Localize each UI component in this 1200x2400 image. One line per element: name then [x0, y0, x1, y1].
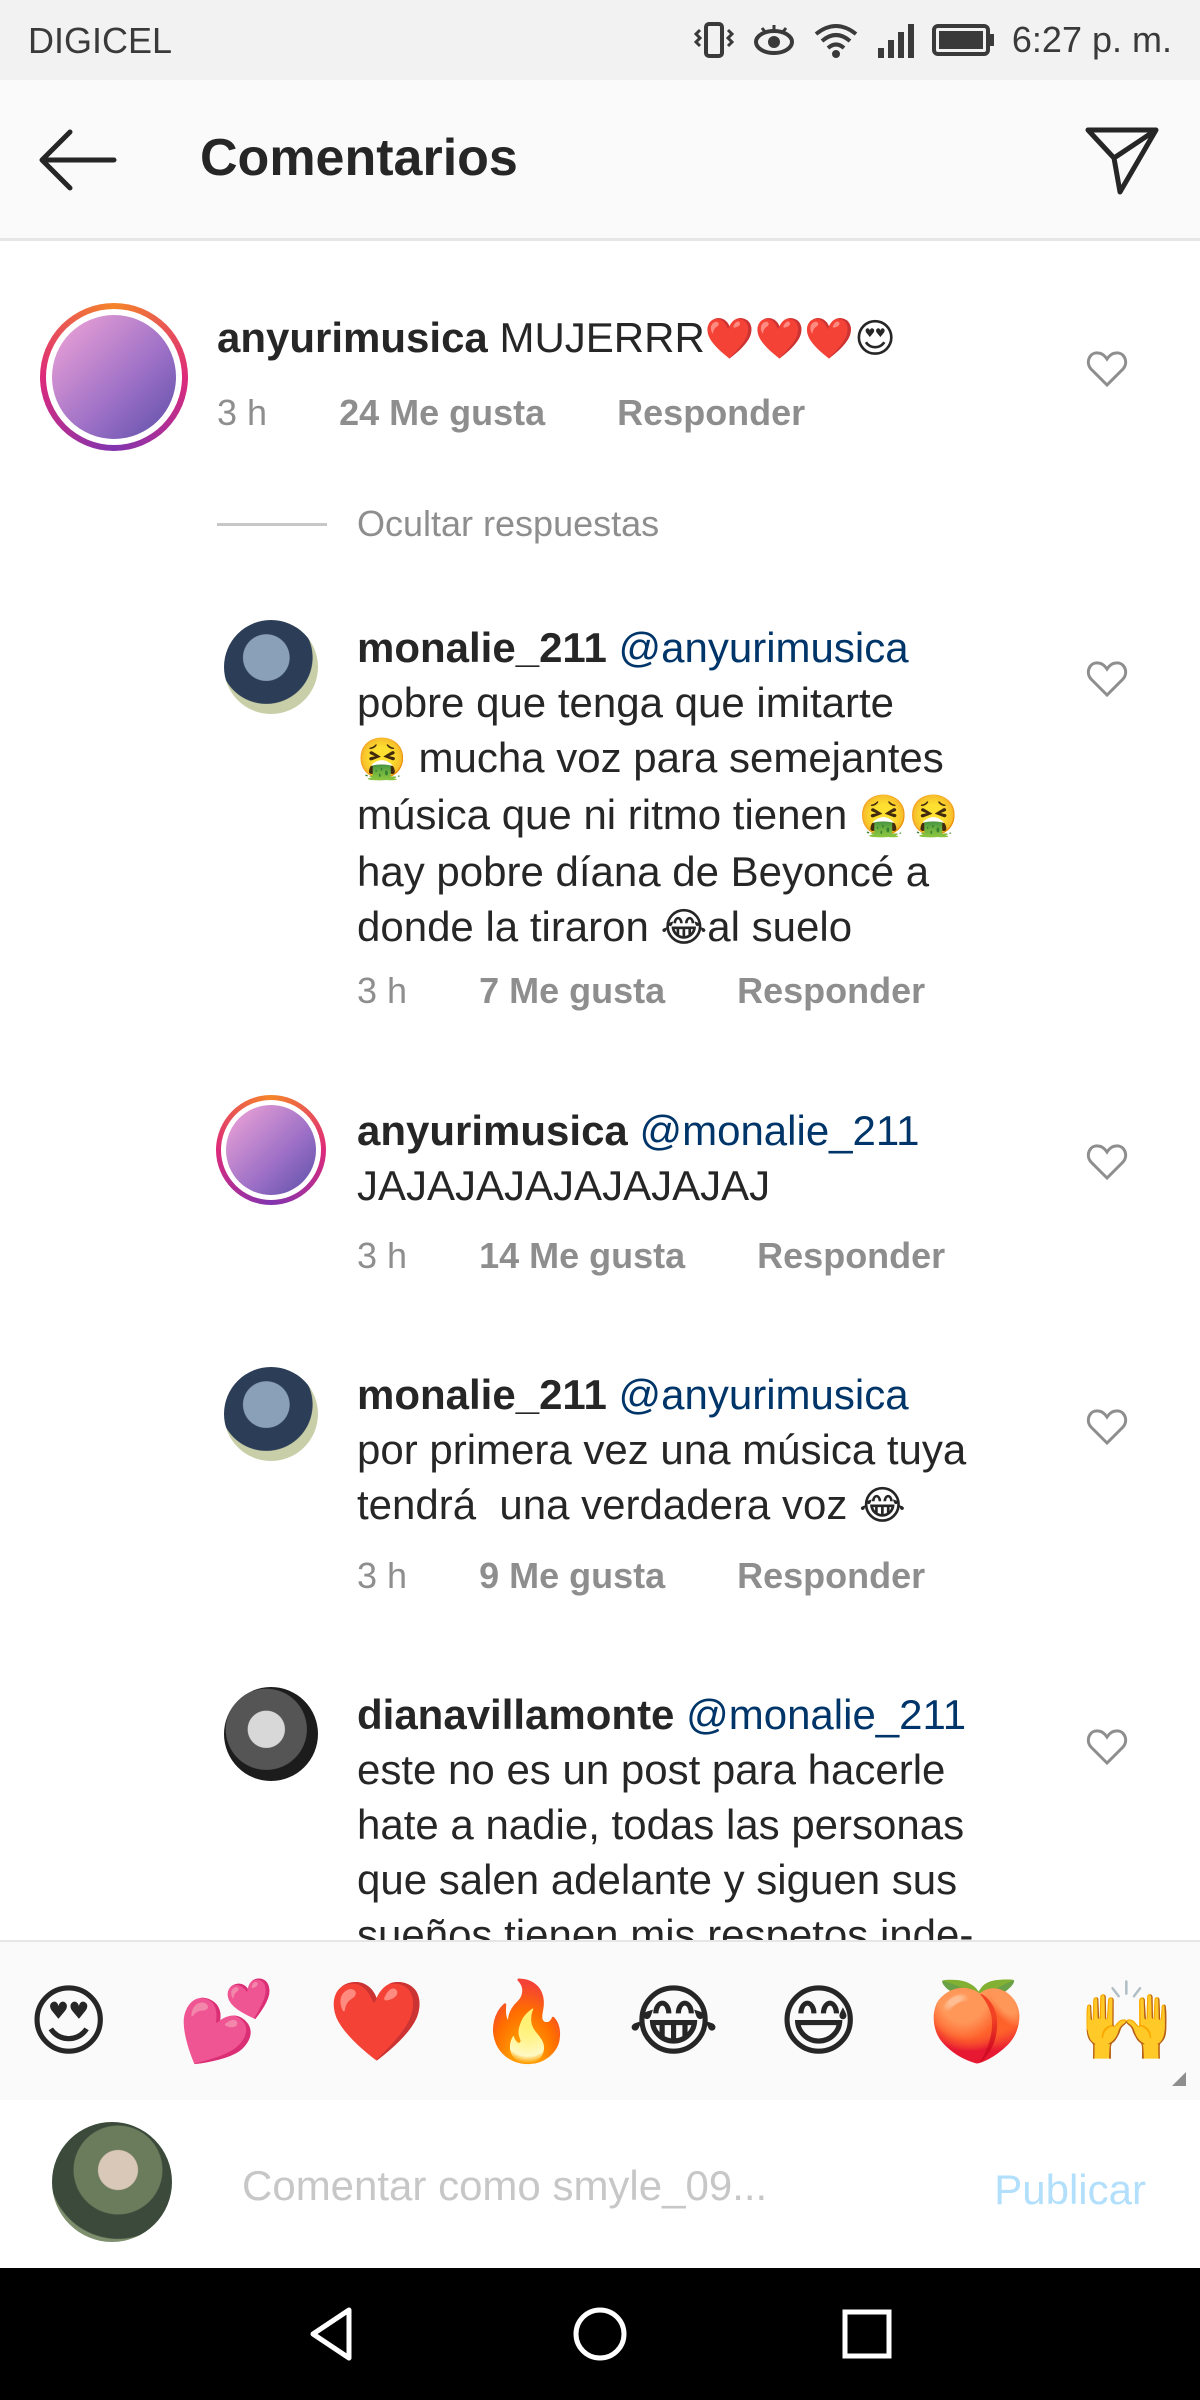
comment-username[interactable]: dianavillamonte	[357, 1691, 674, 1738]
nav-recents-icon[interactable]	[837, 2304, 897, 2364]
comment-composer: Publicar	[0, 2100, 1200, 2268]
comment-line: sueños tienen mis respetos inde-	[357, 1911, 974, 1940]
comment-text: dianavillamonte @monalie_211 este no es …	[357, 1687, 1057, 1940]
system-nav-bar	[0, 2268, 1200, 2400]
mention-link[interactable]: @monalie_211	[686, 1691, 966, 1738]
reply-comment: dianavillamonte @monalie_211 este no es …	[0, 0, 1200, 1940]
comment-line: hate a nadie, todas las personas	[357, 1801, 965, 1848]
emoji-raised-hands-button[interactable]: 🙌	[1078, 1978, 1175, 2064]
comment-input[interactable]	[240, 2155, 944, 2217]
emoji-two-hearts-button[interactable]: 💕	[178, 1978, 275, 2064]
emoji-joy-button[interactable]: 😂	[628, 1978, 719, 2064]
current-user-avatar	[52, 2122, 172, 2242]
emoji-peach-button[interactable]: 🍑	[928, 1978, 1025, 2064]
avatar[interactable]	[224, 1687, 318, 1781]
emoji-fire-button[interactable]: 🔥	[478, 1978, 575, 2064]
comment-line: que salen adelante y siguen sus	[357, 1856, 958, 1903]
quick-emoji-bar: 😍 💕 ❤️ 🔥 😂 😅 🍑 🙌	[0, 1940, 1200, 2102]
nav-home-icon[interactable]	[570, 2304, 630, 2364]
nav-back-icon[interactable]	[303, 2304, 363, 2364]
publish-button[interactable]: Publicar	[994, 2166, 1146, 2214]
emoji-red-heart-button[interactable]: ❤️	[328, 1978, 425, 2064]
corner-indicator-icon	[1172, 2072, 1186, 2086]
emoji-heart-eyes-button[interactable]: 😍	[28, 1978, 109, 2064]
comment-line: este no es un post para hacerle	[357, 1746, 946, 1793]
heart-outline-icon[interactable]	[1086, 1728, 1128, 1766]
emoji-sweat-smile-button[interactable]: 😅	[778, 1978, 859, 2064]
